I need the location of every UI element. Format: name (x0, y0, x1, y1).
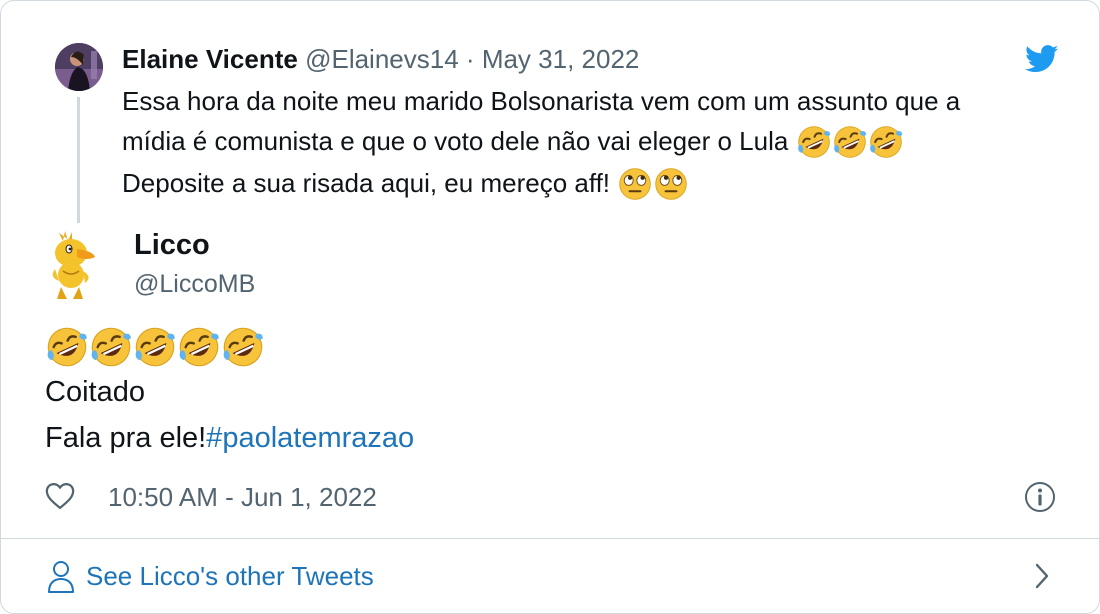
rofl-emoji-icon (832, 123, 868, 163)
tweet-emoji-row (45, 325, 265, 369)
embedded-tweet-card: Elaine Vicente @Elainevs14 · May 31, 202… (0, 0, 1100, 614)
quoted-author-avatar[interactable] (55, 43, 103, 91)
tweet-text-line: Fala pra ele! (45, 422, 207, 454)
rofl-emoji-icon (868, 123, 904, 163)
see-other-tweets-link[interactable]: See Licco's other Tweets (1, 539, 1099, 613)
quoted-tweet-header: Elaine Vicente @Elainevs14 · May 31, 202… (122, 41, 639, 77)
rofl-emoji-icon (177, 325, 221, 374)
quoted-tweet-date[interactable]: May 31, 2022 (482, 44, 640, 74)
person-icon (48, 561, 74, 593)
rofl-emoji-icon (221, 325, 265, 374)
quoted-text-line-with-emojis: mídia é comunista e que o voto dele não … (122, 121, 1052, 163)
quoted-author-handle[interactable]: @Elainevs14 (305, 44, 459, 74)
author-handle[interactable]: @LiccoMB (134, 267, 255, 301)
rolling-eyes-emoji-icon (617, 165, 653, 205)
hashtag-link[interactable]: #paolatemrazao (206, 422, 414, 454)
author-name[interactable]: Licco (134, 227, 210, 263)
quoted-text-line-with-emojis: Deposite a sua risada aqui, eu mereço af… (122, 163, 1052, 205)
quoted-text-line: mídia é comunista e que o voto dele não … (122, 126, 789, 156)
info-icon[interactable] (1024, 481, 1056, 513)
tweet-timestamp[interactable]: 10:50 AM - Jun 1, 2022 (108, 480, 377, 514)
chevron-right-icon (1035, 563, 1049, 589)
rolling-eyes-emoji-icon (653, 165, 689, 205)
tweet-text-line: Coitado (45, 376, 145, 408)
rofl-emoji-icon (133, 325, 177, 374)
thread-connector-line (77, 97, 80, 223)
rofl-emoji-icon (796, 123, 832, 163)
see-other-tweets-label: See Licco's other Tweets (86, 561, 374, 591)
twitter-bird-icon[interactable] (1025, 45, 1059, 73)
author-avatar[interactable] (45, 227, 97, 301)
quoted-text-line: Essa hora da noite meu marido Bolsonaris… (122, 86, 961, 116)
header-separator: · (465, 44, 475, 74)
tweet-text-line-with-hashtag: Fala pra ele!#paolatemrazao (45, 415, 414, 461)
rofl-emoji-icon (89, 325, 133, 374)
quoted-tweet-text: Essa hora da noite meu marido Bolsonaris… (122, 81, 1052, 205)
quoted-text-line: Deposite a sua risada aqui, eu mereço af… (122, 168, 611, 199)
heart-icon[interactable] (45, 482, 75, 510)
rofl-emoji-icon (45, 325, 89, 374)
tweet-text: Coitado Fala pra ele!#paolatemrazao (45, 369, 414, 461)
quoted-author-name[interactable]: Elaine Vicente (122, 44, 298, 74)
